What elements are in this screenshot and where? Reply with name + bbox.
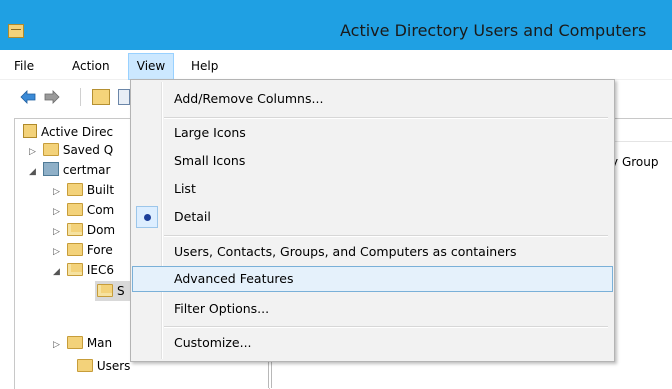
folder-icon [42,143,59,156]
tree-item-root[interactable]: Active Direc [23,122,113,142]
menu-item-add-remove-columns[interactable]: Add/Remove Columns... [133,86,612,112]
menu-item-customize[interactable]: Customize... [133,330,612,356]
document-icon[interactable] [118,89,130,105]
menu-item-label: Users, Contacts, Groups, and Computers a… [174,244,517,259]
title-bar: Active Directory Users and Computers [0,0,672,50]
tree-item-saved-queries[interactable]: ▷ Saved Q [29,140,113,160]
menu-item-label: Filter Options... [174,301,270,316]
tree-item-label: Man [86,336,113,350]
tree-item-label: Fore [86,243,113,257]
folder-icon [66,336,83,349]
ou-folder-icon [97,284,113,297]
ad-root-icon [23,124,37,138]
menu-separator [164,117,608,119]
menu-separator [164,235,608,237]
menu-separator [164,326,608,328]
tree-item-computers[interactable]: ▷ Com [53,200,114,220]
tree-item-selected[interactable]: S [95,281,135,301]
toolbar-separator [80,88,81,106]
collapse-arrow-icon[interactable]: ◢ [53,262,63,282]
expand-arrow-icon[interactable]: ▷ [53,242,63,262]
window-title: Active Directory Users and Computers [340,21,647,40]
ou-folder-icon [66,223,83,236]
back-arrow-icon[interactable] [20,89,36,105]
domain-icon [42,162,59,176]
tree-item-label: S [117,284,125,298]
menu-item-label: Detail [174,209,211,224]
tree-item-managed[interactable]: ▷ Man [53,333,112,353]
tree-item-label: Users [96,359,131,373]
expand-arrow-icon[interactable]: ▷ [53,202,63,222]
expand-arrow-icon[interactable]: ▷ [53,182,63,202]
tree-item-label: Com [86,203,115,217]
menu-item-detail[interactable]: Detail [133,204,612,230]
expand-arrow-icon[interactable]: ▷ [53,335,63,355]
menu-item-label: Small Icons [174,153,246,168]
folder-icon [66,203,83,216]
menu-action[interactable]: Action [66,53,116,79]
ou-folder-icon [66,263,83,276]
menu-item-label: Add/Remove Columns... [174,91,324,106]
menu-item-label: Advanced Features [174,271,294,286]
menu-bar: File Action View Help [0,53,672,80]
menu-item-label: Customize... [174,335,252,350]
folder-icon [76,359,93,372]
menu-item-advanced-features[interactable]: Advanced Features [132,266,613,292]
menu-help[interactable]: Help [185,53,224,79]
menu-item-list[interactable]: List [133,176,612,202]
forward-arrow-icon[interactable] [44,89,60,105]
menu-view[interactable]: View [128,53,174,80]
tree-item-domain[interactable]: ◢ certmar [29,160,110,180]
tree-item-iec[interactable]: ◢ IEC6 [53,260,114,280]
folder-icon [66,243,83,256]
tree-item-label: Built [86,183,115,197]
view-menu-dropdown: Add/Remove Columns... Large Icons Small … [130,79,615,362]
tree-item-users[interactable]: Users [63,356,130,376]
app-icon[interactable] [8,24,24,38]
tree-item-label: IEC6 [86,263,114,277]
tree-item-label: certmar [62,163,111,177]
tree-item-foreign-security[interactable]: ▷ Fore [53,240,113,260]
tree-item-label: Active Direc [41,125,114,139]
menu-item-small-icons[interactable]: Small Icons [133,148,612,174]
menu-item-filter-options[interactable]: Filter Options... [133,296,612,322]
menu-item-label: Large Icons [174,125,246,140]
tree-item-builtin[interactable]: ▷ Built [53,180,114,200]
collapse-arrow-icon[interactable]: ◢ [29,162,39,182]
expand-arrow-icon[interactable]: ▷ [29,142,39,162]
menu-file[interactable]: File [8,53,40,79]
radio-selected-icon [136,206,158,228]
menu-item-large-icons[interactable]: Large Icons [133,120,612,146]
expand-arrow-icon[interactable]: ▷ [53,222,63,242]
menu-item-label: List [174,181,196,196]
folder-icon [66,183,83,196]
tree-item-label: Saved Q [62,143,114,157]
folder-up-icon[interactable] [92,89,110,105]
tree-item-domain-controllers[interactable]: ▷ Dom [53,220,115,240]
menu-item-users-contacts-containers[interactable]: Users, Contacts, Groups, and Computers a… [133,239,612,265]
tree-item-label: Dom [86,223,116,237]
